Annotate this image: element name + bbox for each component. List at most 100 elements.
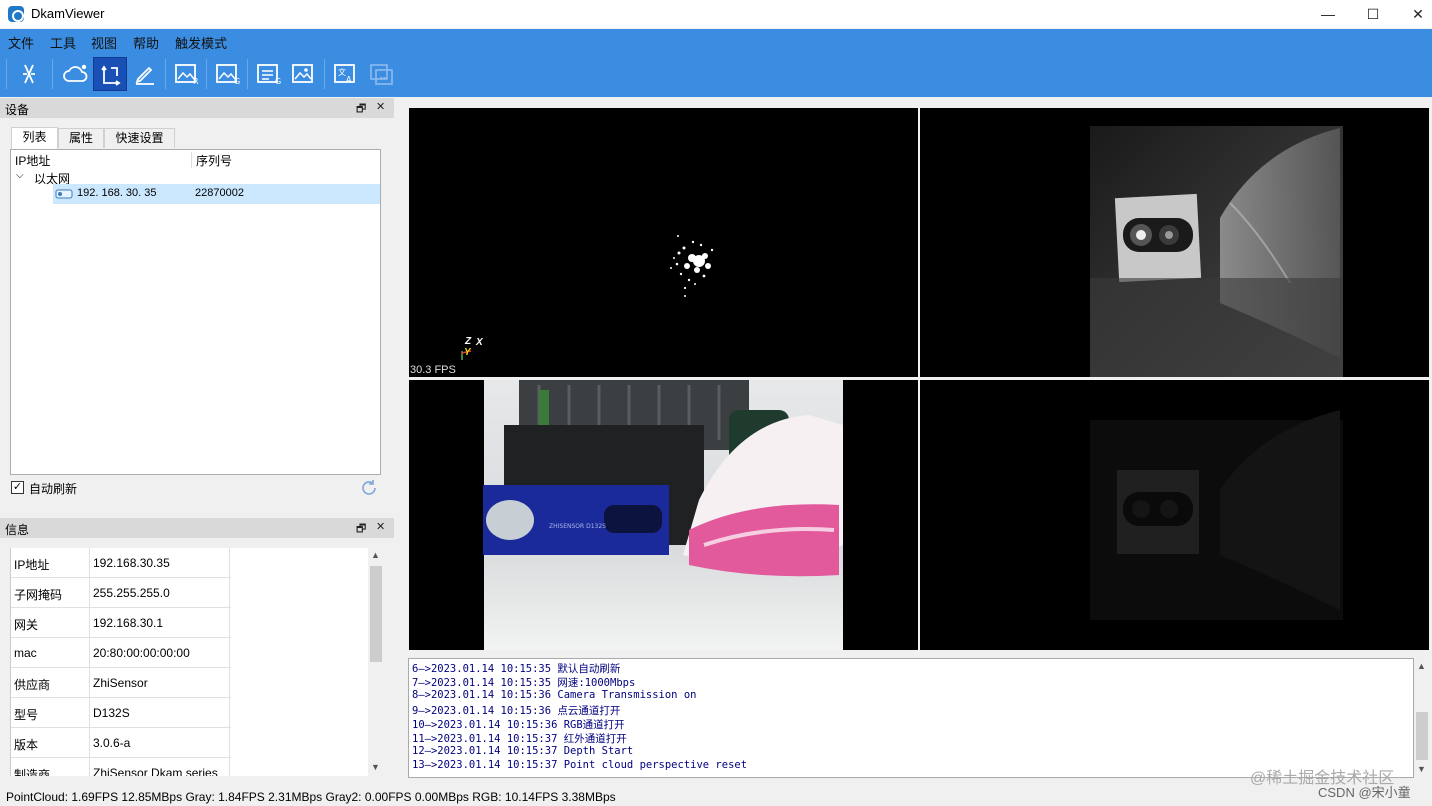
scroll-thumb[interactable] — [1416, 712, 1428, 760]
chevron-down-icon[interactable]: ⌵ — [16, 170, 24, 181]
table-row: 版本 3.0.6-a — [11, 728, 231, 758]
axis-z-label: Z — [465, 336, 472, 347]
scroll-up-icon[interactable]: ▲ — [371, 550, 380, 560]
cell-divider — [89, 728, 90, 758]
log-line: 8—>2023.01.14 10:15:36 Camera Transmissi… — [412, 689, 697, 701]
image-r-button[interactable]: R — [169, 57, 203, 91]
record-button[interactable]: ▸▸ — [364, 57, 398, 91]
maximize-button[interactable]: ☐ — [1350, 0, 1396, 28]
device-dock-title: 设备 🗗 ✕ — [0, 98, 394, 118]
log-scrollbar[interactable]: ▲ ▼ — [1414, 658, 1430, 778]
log-line: 12—>2023.01.14 10:15:37 Depth Start — [412, 745, 634, 757]
scroll-thumb[interactable] — [370, 566, 382, 662]
ir-left-render — [1090, 126, 1343, 377]
info-dock-title: 信息 🗗 ✕ — [0, 518, 394, 538]
ir-view-right[interactable] — [920, 380, 1429, 650]
title-bar: DkamViewer — ☐ ✕ — [0, 0, 1432, 28]
float-icon[interactable]: 🗗 — [356, 100, 366, 119]
table-row: 制造商 ZhiSensor Dkam series — [11, 758, 231, 776]
device-tree: IP地址 序列号 ⌵ 以太网 192. 168. 30. 35 22870002 — [10, 149, 381, 475]
toolbar: R G G 文A ▸▸ — [0, 53, 1432, 97]
edit-button[interactable] — [128, 57, 162, 91]
info-key: 供应商 — [14, 678, 51, 692]
svg-text:G: G — [234, 77, 240, 86]
axis-view-button[interactable] — [93, 57, 127, 91]
info-key: 子网掩码 — [14, 588, 63, 602]
info-key: mac — [14, 646, 37, 660]
tab-list[interactable]: 列表 — [11, 127, 58, 149]
info-key: IP地址 — [14, 558, 50, 572]
column-header-serial[interactable]: 序列号 — [196, 152, 232, 170]
menu-view[interactable]: 视图 — [91, 33, 117, 52]
menu-help[interactable]: 帮助 — [133, 33, 159, 52]
ir-view-left[interactable] — [920, 108, 1429, 377]
rgb-view[interactable]: ZHISENSOR D132S — [409, 380, 918, 650]
info-value: 255.255.255.0 — [93, 586, 170, 600]
info-value: 192.168.30.1 — [93, 616, 164, 630]
fps-readout: 30.3 FPS — [410, 364, 456, 376]
menu-file[interactable]: 文件 — [8, 33, 34, 52]
record-icon: ▸▸ — [370, 64, 393, 85]
table-row: 供应商 ZhiSensor — [11, 668, 231, 698]
image-g-button[interactable]: G — [210, 57, 244, 91]
list-icon: G — [257, 64, 281, 86]
image-g-icon: G — [216, 64, 240, 86]
refresh-icon[interactable] — [360, 479, 378, 497]
float-icon[interactable]: 🗗 — [356, 520, 366, 539]
text-image-icon: 文A — [334, 64, 355, 84]
edit-icon — [135, 66, 154, 85]
column-header-ip[interactable]: IP地址 — [15, 152, 50, 170]
minimize-button[interactable]: — — [1305, 0, 1351, 28]
point-cloud-view[interactable]: Z X Y 30.3 FPS — [409, 108, 918, 377]
disconnect-button[interactable] — [12, 57, 46, 91]
toolbar-separator — [247, 59, 248, 89]
watermark-csdn: CSDN @宋小童 — [1318, 785, 1411, 800]
info-value: 192.168.30.35 — [93, 556, 170, 570]
scroll-down-icon[interactable]: ▼ — [371, 762, 380, 772]
log-line: 6—>2023.01.14 10:15:35 默认自动刷新 — [412, 663, 621, 675]
point-cloud-button[interactable] — [58, 57, 92, 91]
auto-refresh-label: 自动刷新 — [29, 482, 78, 496]
close-button[interactable]: ✕ — [1395, 0, 1432, 28]
list-button[interactable]: G — [251, 57, 285, 91]
cell-divider — [89, 668, 90, 698]
tab-quick-settings[interactable]: 快速设置 — [104, 128, 175, 148]
close-icon[interactable]: ✕ — [376, 520, 385, 533]
window-title: DkamViewer — [31, 6, 105, 21]
info-key: 版本 — [14, 738, 39, 752]
svg-text:A: A — [346, 75, 352, 84]
scroll-up-icon[interactable]: ▲ — [1417, 661, 1426, 671]
cell-divider — [89, 578, 90, 608]
table-row: IP地址 192.168.30.35 — [11, 548, 231, 578]
info-dock-label: 信息 — [5, 523, 30, 537]
toolbar-separator — [6, 59, 7, 89]
table-row: 型号 D132S — [11, 698, 231, 728]
info-table: IP地址 192.168.30.35 子网掩码 255.255.255.0 网关 19… — [10, 548, 368, 776]
info-value: 20:80:00:00:00:00 — [93, 646, 190, 660]
log-line: 11—>2023.01.14 10:15:37 红外通道打开 — [412, 733, 627, 745]
close-icon[interactable]: ✕ — [376, 100, 385, 113]
menu-trigger-mode[interactable]: 触发模式 — [175, 33, 227, 52]
point-cloud-render — [461, 235, 714, 360]
image-button[interactable] — [286, 57, 320, 91]
ir-right-render — [1090, 410, 1343, 620]
table-row: 子网掩码 255.255.255.0 — [11, 578, 231, 608]
device-row[interactable]: 192. 168. 30. 35 22870002 — [53, 184, 380, 204]
svg-text:文: 文 — [338, 67, 346, 77]
svg-text:G: G — [275, 77, 281, 86]
info-scrollbar[interactable]: ▲ ▼ — [368, 548, 384, 776]
column-divider — [191, 152, 192, 168]
scroll-down-icon[interactable]: ▼ — [1417, 764, 1426, 774]
cell-divider — [89, 758, 90, 776]
status-bar: PointCloud: 1.69FPS 12.85MBps Gray: 1.84… — [6, 790, 616, 804]
text-image-button[interactable]: 文A — [328, 57, 362, 91]
svg-text:▸▸: ▸▸ — [380, 74, 388, 82]
auto-refresh-checkbox[interactable]: ✓ — [11, 481, 24, 494]
cell-divider — [89, 638, 90, 668]
log-line: 10—>2023.01.14 10:15:36 RGB通道打开 — [412, 719, 625, 731]
table-row: 网关 192.168.30.1 — [11, 608, 231, 638]
device-dock-label: 设备 — [5, 103, 30, 117]
tab-properties[interactable]: 属性 — [58, 128, 104, 148]
info-key: 型号 — [14, 708, 39, 722]
menu-tools[interactable]: 工具 — [50, 33, 76, 52]
